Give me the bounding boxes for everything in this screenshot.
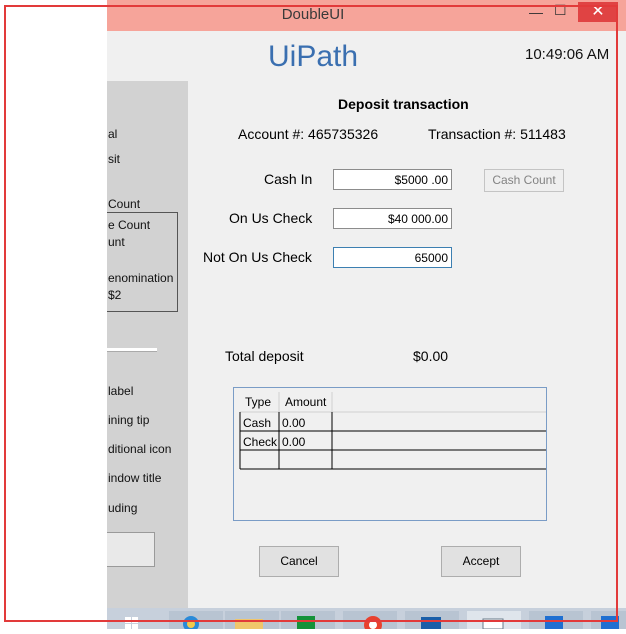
sidebar-item[interactable]: ditional icon [108,442,171,456]
explorer-icon[interactable] [225,611,279,629]
sidebar-item[interactable]: Count [108,197,140,211]
maximize-button[interactable]: ☐ [554,2,567,19]
cancel-button[interactable]: Cancel [259,546,339,577]
app-icon-2[interactable] [591,611,626,629]
table-cell[interactable]: 0.00 [282,416,305,430]
table-cell[interactable]: 0.00 [282,435,305,449]
on-us-check-label: On Us Check [229,210,313,226]
sidebar-item[interactable]: sit [108,152,120,166]
column-header-amount[interactable]: Amount [285,395,326,409]
account-number: Account #: 465735326 [238,126,379,142]
window-icon[interactable] [467,611,521,630]
transaction-table[interactable]: Type Amount Cash 0.00 Check 0.00 [233,387,547,521]
outlook-icon[interactable] [405,611,459,629]
minimize-button[interactable]: — [529,4,543,20]
cash-count-button[interactable]: Cash Count [484,169,564,192]
windows-start-icon[interactable] [111,611,165,629]
sidebar-item[interactable]: al [108,127,117,141]
cash-in-label: Cash In [264,171,313,187]
window-title: DoubleUI [281,6,345,23]
form-heading: Deposit transaction [338,96,469,112]
clock: 10:49:06 AM [525,46,610,63]
close-button[interactable]: ✕ [578,2,618,22]
column-header-type[interactable]: Type [245,395,271,409]
chrome-icon[interactable] [343,611,397,634]
brand-title: UiPath [268,40,359,73]
cash-in-field[interactable]: $5000 .00 [333,169,452,190]
table-cell[interactable]: Cash [243,416,271,430]
sidebar-item[interactable]: uding [108,501,137,515]
on-us-check-field[interactable]: $40 000.00 [333,208,452,229]
accept-button[interactable]: Accept [441,546,521,577]
sidebar-item[interactable]: enomination [108,271,173,285]
blank-region [0,0,107,629]
taskbar [107,608,626,634]
not-on-us-check-field[interactable]: 65000 [333,247,452,268]
store-icon[interactable] [281,611,335,629]
total-deposit-label: Total deposit [225,348,304,364]
slider[interactable] [107,348,157,352]
sidebar-item[interactable]: label [108,384,133,398]
ie-icon[interactable] [169,611,223,632]
sidebar-item[interactable]: e Count [108,218,150,232]
sidebar-item[interactable]: unt [108,235,125,249]
table-gridlines [239,392,546,470]
app-icon[interactable] [529,611,583,629]
sidebar-item[interactable]: $2 [108,288,121,302]
sidebar-item[interactable]: indow title [108,471,161,485]
sidebar-item[interactable]: ining tip [108,413,149,427]
sidebar-button[interactable] [107,532,155,567]
table-cell[interactable]: Check [243,435,277,449]
not-on-us-check-label: Not On Us Check [203,249,312,265]
total-deposit-value: $0.00 [413,348,449,364]
transaction-number: Transaction #: 511483 [428,126,566,142]
